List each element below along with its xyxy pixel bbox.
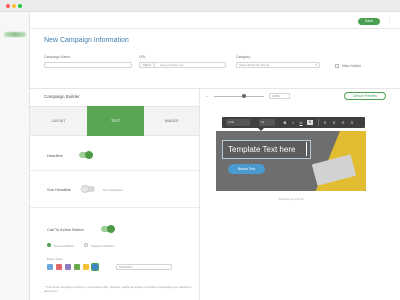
zoom-input[interactable]: 100% <box>269 93 290 99</box>
align-justify-icon[interactable]: ≡ <box>349 119 355 126</box>
category-label: Category <box>236 55 251 59</box>
window-close-icon[interactable] <box>6 4 10 8</box>
color-swatch[interactable] <box>83 264 89 270</box>
font-size-select[interactable]: 14 <box>259 119 275 126</box>
page-title: New Campaign Information <box>44 37 129 44</box>
toggle-knob <box>81 185 89 193</box>
cta-toggle[interactable] <box>101 225 115 233</box>
subheadline-hint: No Subheadline <box>103 188 123 192</box>
text-color-button[interactable]: A <box>307 120 313 125</box>
tab-text[interactable]: TEXT <box>87 106 144 136</box>
rounded-button-label: Rounded Button <box>54 244 75 248</box>
builder-title: Campaign Builder <box>44 94 80 99</box>
rounded-button-radio[interactable] <box>47 243 51 247</box>
save-button[interactable]: Save <box>358 18 380 25</box>
protocol-select[interactable]: http:// <box>139 62 155 68</box>
browser-titlebar <box>0 0 400 12</box>
help-note: * Your whole campaign is a link to your … <box>44 285 192 293</box>
url-label: URL <box>139 55 147 59</box>
column-divider <box>199 88 200 300</box>
underline-button[interactable]: U <box>298 119 304 126</box>
kebab-menu-icon[interactable]: ⋮ <box>386 18 393 25</box>
color-swatch[interactable] <box>47 264 53 270</box>
squared-button-label: Squared off Button <box>91 244 115 248</box>
tab-layout[interactable]: LAYOUT <box>30 106 87 136</box>
bold-button[interactable]: B <box>282 119 288 126</box>
preview-cta-button[interactable]: Button Text <box>228 164 265 174</box>
campaign-name-input[interactable] <box>44 62 132 68</box>
cta-label: Call To Action Button <box>47 227 84 232</box>
tab-images[interactable]: IMAGES <box>144 106 199 136</box>
make-default-label: Make Default <box>342 64 361 68</box>
italic-button[interactable]: I <box>290 119 296 126</box>
zoom-slider-track[interactable] <box>214 96 264 97</box>
text-cursor <box>306 142 307 156</box>
category-select-value: Select Relevant Group <box>239 63 270 67</box>
campaign-name-label: Campaign Name <box>44 55 71 59</box>
make-default-checkbox[interactable] <box>335 64 339 68</box>
category-select[interactable]: Select Relevant Group ▾ <box>236 62 320 68</box>
template-text-editable[interactable]: Template Text here <box>222 140 311 159</box>
subheadline-label: Sub Headline <box>47 187 72 192</box>
topbar <box>30 12 400 29</box>
button-color-label: Button Color <box>47 257 63 261</box>
hex-color-input[interactable]: #4A9AD0 <box>116 264 172 270</box>
align-left-icon[interactable]: ≡ <box>322 119 328 126</box>
zoom-slider-handle[interactable] <box>242 94 246 98</box>
font-family-select[interactable]: Arial <box>226 119 250 126</box>
headline-toggle[interactable] <box>79 151 93 159</box>
chevron-down-icon: ▾ <box>315 63 317 67</box>
subheadline-toggle[interactable] <box>81 185 95 193</box>
row-divider <box>30 170 199 171</box>
device-preview-button[interactable]: Device Preview <box>344 92 386 100</box>
zoom-out-icon[interactable]: − <box>206 94 208 99</box>
row-divider <box>30 207 199 208</box>
section-divider <box>30 88 400 89</box>
sidebar <box>0 12 30 300</box>
headline-label: Headline <box>47 153 63 158</box>
align-right-icon[interactable]: ≡ <box>340 119 346 126</box>
color-swatch[interactable] <box>56 264 62 270</box>
squared-button-radio[interactable] <box>84 243 88 247</box>
toggle-knob <box>107 225 115 233</box>
align-center-icon[interactable]: ≡ <box>331 119 337 126</box>
window-minimize-icon[interactable] <box>12 4 16 8</box>
color-swatch[interactable] <box>74 264 80 270</box>
preview-caption: Showing all with 5s <box>278 197 304 201</box>
window-maximize-icon[interactable] <box>18 4 22 8</box>
brand-logo[interactable] <box>4 32 26 37</box>
color-swatch[interactable] <box>65 264 71 270</box>
color-swatch-selected[interactable] <box>91 263 99 271</box>
toolbar-separator <box>318 119 319 126</box>
toggle-knob <box>85 151 93 159</box>
